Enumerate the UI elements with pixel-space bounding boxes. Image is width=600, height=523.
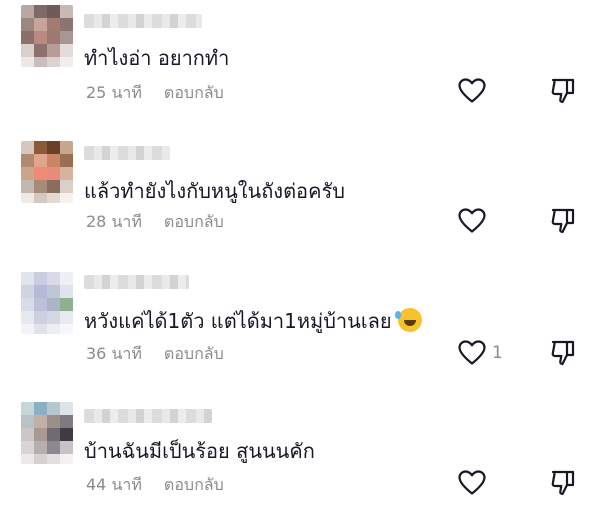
avatar[interactable] bbox=[21, 141, 73, 203]
dislike-button[interactable] bbox=[550, 207, 576, 235]
username-blurred[interactable] bbox=[84, 275, 189, 289]
comment-meta: 28 นาที ตอบกลับ bbox=[86, 212, 224, 232]
thumbs-down-icon bbox=[551, 78, 575, 104]
comment-time: 36 นาที bbox=[86, 344, 142, 363]
comment-text: แล้วทำยังไงกับหนูในถังต่อครับ bbox=[84, 179, 345, 203]
heart-outline-icon bbox=[458, 208, 486, 233]
like-button[interactable] bbox=[458, 208, 486, 234]
comment-time: 44 นาที bbox=[86, 475, 142, 494]
dislike-button[interactable] bbox=[550, 339, 576, 367]
comment-text: หวังแค่ได้1ตัว แต่ได้มา1หมู่บ้านเลย bbox=[84, 308, 422, 334]
heart-outline-icon bbox=[458, 470, 486, 495]
username-blurred[interactable] bbox=[84, 14, 202, 28]
reply-button[interactable]: ตอบกลับ bbox=[164, 344, 224, 363]
avatar[interactable] bbox=[21, 402, 73, 464]
dislike-button[interactable] bbox=[550, 77, 576, 105]
comment-time: 25 นาที bbox=[86, 83, 142, 102]
comment-meta: 36 นาที ตอบกลับ bbox=[86, 344, 224, 364]
comment-text-content: หวังแค่ได้1ตัว แต่ได้มา1หมู่บ้านเลย bbox=[84, 309, 392, 333]
like-button[interactable] bbox=[458, 78, 486, 104]
comment-item: หวังแค่ได้1ตัว แต่ได้มา1หมู่บ้านเลย 36 น… bbox=[0, 262, 600, 392]
rolling-on-floor-laughing-emoji bbox=[394, 308, 422, 332]
thumbs-down-icon bbox=[551, 208, 575, 234]
like-count: 1 bbox=[492, 343, 503, 363]
heart-outline-icon bbox=[458, 340, 486, 365]
like-button[interactable] bbox=[458, 470, 486, 496]
comment-meta: 44 นาที ตอบกลับ bbox=[86, 475, 224, 495]
comment-item: แล้วทำยังไงกับหนูในถังต่อครับ 28 นาที ตอบ… bbox=[0, 130, 600, 260]
username-blurred[interactable] bbox=[84, 409, 212, 423]
dislike-button[interactable] bbox=[550, 469, 576, 497]
thumbs-down-icon bbox=[551, 340, 575, 366]
reply-button[interactable]: ตอบกลับ bbox=[164, 475, 224, 494]
comment-item: ทำไงอ่า อยากทำ 25 นาที ตอบกลับ bbox=[0, 0, 600, 130]
like-button[interactable] bbox=[458, 340, 486, 366]
heart-outline-icon bbox=[458, 78, 486, 103]
reply-button[interactable]: ตอบกลับ bbox=[164, 83, 224, 102]
username-blurred[interactable] bbox=[84, 146, 170, 160]
comment-item: บ้านฉันมีเป็นร้อย สูนนนคัก 44 นาที ตอบกลั… bbox=[0, 393, 600, 523]
comment-meta: 25 นาที ตอบกลับ bbox=[86, 83, 224, 103]
avatar[interactable] bbox=[21, 272, 73, 334]
comment-time: 28 นาที bbox=[86, 212, 142, 231]
comment-text: ทำไงอ่า อยากทำ bbox=[84, 46, 230, 70]
comment-text: บ้านฉันมีเป็นร้อย สูนนนคัก bbox=[84, 439, 315, 463]
reply-button[interactable]: ตอบกลับ bbox=[164, 212, 224, 231]
avatar[interactable] bbox=[21, 5, 73, 67]
thumbs-down-icon bbox=[551, 470, 575, 496]
